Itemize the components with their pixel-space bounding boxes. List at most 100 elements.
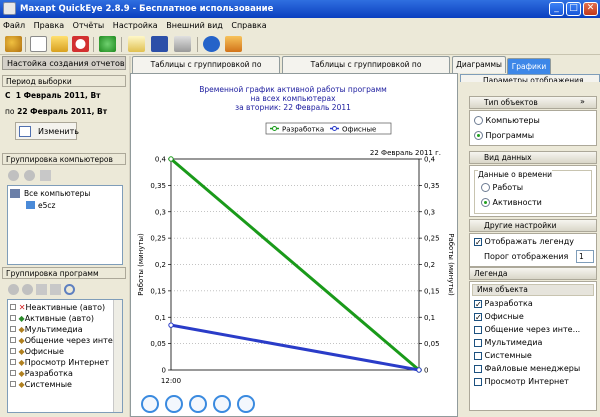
minimize-button[interactable]: _ — [549, 2, 564, 16]
remove-group-icon[interactable] — [22, 284, 33, 295]
menu-reports[interactable]: Отчёты — [70, 18, 108, 33]
legend-row[interactable]: Общение через инте... — [474, 325, 580, 334]
program-tree[interactable]: ✕Неактивные (авто) ◆Активные (авто) ◆Мул… — [7, 299, 123, 413]
search-icon[interactable] — [64, 284, 75, 295]
app-icon — [3, 2, 16, 15]
show-legend-row[interactable]: ✓ Отображать легенду — [474, 237, 574, 246]
zoom-fit-icon[interactable] — [189, 395, 207, 413]
radio-programs[interactable] — [474, 131, 483, 140]
program-item-active[interactable]: Активные (авто) — [25, 314, 94, 323]
remove-computer-icon[interactable] — [24, 170, 35, 181]
threshold-spinner[interactable]: 1 — [576, 250, 594, 263]
properties-icon[interactable] — [50, 284, 61, 295]
show-legend-checkbox[interactable]: ✓ — [474, 237, 482, 246]
tab-computer-tables[interactable]: Таблицы с группировкой по компьютерам — [282, 56, 450, 85]
legend-checkbox[interactable] — [474, 325, 482, 334]
tab-time-tables[interactable]: Таблицы с группировкой по времени — [132, 56, 280, 85]
legend-row[interactable]: Мультимедиа — [474, 338, 542, 347]
legend-row[interactable]: Файловые менеджеры — [474, 364, 580, 373]
chart-title-line: за вторник: 22 Февраль 2011 — [235, 103, 351, 112]
close-button[interactable]: ✕ — [583, 2, 598, 16]
legend-row[interactable]: Системные — [474, 351, 532, 360]
radio-row-work[interactable]: Работы — [481, 183, 523, 192]
program-item-office[interactable]: Офисные — [25, 347, 64, 356]
radio-row-programs[interactable]: Программы — [474, 131, 534, 140]
other-settings-header[interactable]: Другие настройки — [469, 219, 597, 232]
tree-row: ✕Неактивные (авто) — [10, 303, 105, 312]
lock-icon[interactable] — [51, 36, 68, 52]
radio-computers[interactable] — [474, 116, 483, 125]
print-icon[interactable] — [174, 36, 191, 52]
maximize-button[interactable]: □ — [566, 2, 581, 16]
program-item-development[interactable]: Разработка — [25, 369, 73, 378]
time-data-title: Данные о времени — [478, 170, 553, 179]
menu-edit[interactable]: Правка — [31, 18, 67, 33]
computer-group-title: Группировка компьютеров — [2, 153, 126, 165]
data-type-header[interactable]: Вид данных — [469, 151, 597, 164]
zoom-reset-icon[interactable] — [213, 395, 231, 413]
legend-row[interactable]: ✓ Разработка — [474, 299, 533, 308]
legend-checkbox[interactable] — [474, 338, 482, 347]
menu-settings[interactable]: Настройка — [110, 18, 161, 33]
computer-tree[interactable]: Все компьютеры e5cz — [7, 185, 123, 265]
program-item-multimedia[interactable]: Мультимедиа — [25, 325, 83, 334]
legend-checkbox[interactable] — [474, 377, 482, 386]
tree-row: ◆Активные (авто) — [10, 314, 94, 323]
object-type-header[interactable]: Тип объектов — [469, 96, 597, 109]
program-item-internet-communication[interactable]: Общение через инте — [25, 336, 113, 345]
home-icon[interactable] — [225, 36, 242, 52]
radio-work[interactable] — [481, 183, 490, 192]
date-to-row: по 22 Февраль 2011, Вт — [5, 107, 107, 116]
program-item-system[interactable]: Системные — [25, 380, 72, 389]
change-button-label: Изменить — [38, 127, 79, 136]
save-icon[interactable] — [151, 36, 168, 52]
menu-view[interactable]: Внешний вид — [163, 18, 226, 33]
tree-item-all-computers[interactable]: Все компьютеры — [24, 189, 90, 198]
legend-row[interactable]: Просмотр Интернет — [474, 377, 569, 386]
legend-row[interactable]: ✓ Офисные — [474, 312, 524, 321]
zoom-out-icon[interactable] — [165, 395, 183, 413]
new-report-icon[interactable] — [30, 36, 47, 52]
collapse-icon[interactable]: » — [580, 97, 585, 106]
tab-diagrams[interactable]: Диаграммы — [452, 56, 506, 73]
tree-scrollbar[interactable] — [113, 300, 122, 412]
refresh-icon[interactable] — [99, 36, 116, 52]
zoom-area-icon[interactable] — [237, 395, 255, 413]
from-date[interactable]: 1 Февраль 2011, Вт — [16, 91, 101, 100]
radio-activity[interactable] — [481, 198, 490, 207]
legend-checkbox[interactable]: ✓ — [474, 299, 482, 308]
toolbar-separator — [197, 37, 198, 52]
folder-icon[interactable] — [40, 170, 51, 181]
window-title: Maxapt QuickEye 2.8.9 - Бесплатное испол… — [20, 4, 274, 14]
y-tick-label-right: 0,4 — [424, 156, 436, 164]
legend-list: Имя объекта ✓ Разработка ✓ Офисные Общен… — [469, 281, 597, 411]
legend-column-header[interactable]: Имя объекта — [472, 284, 594, 296]
zoom-in-icon[interactable] — [141, 395, 159, 413]
tree-row: ◆Мультимедиа — [10, 325, 83, 334]
clock-icon[interactable] — [72, 36, 89, 52]
help-icon[interactable] — [203, 36, 220, 52]
y-tick-label: 0,15 — [150, 287, 166, 295]
tree-item-computer[interactable]: e5cz — [38, 201, 55, 210]
change-period-button[interactable]: Изменить — [15, 122, 79, 140]
y-tick-label-right: 0,05 — [424, 340, 440, 348]
to-date[interactable]: 22 Февраль 2011, Вт — [17, 107, 107, 116]
y-tick-label-right: 0,25 — [424, 235, 440, 243]
x-icon: ✕ — [16, 303, 26, 312]
add-computer-icon[interactable] — [8, 170, 19, 181]
show-legend-label: Отображать легенду — [484, 237, 574, 246]
menu-help[interactable]: Справка — [228, 18, 269, 33]
menu-file[interactable]: Файл — [0, 18, 28, 33]
legend-checkbox[interactable] — [474, 351, 482, 360]
settings-icon[interactable] — [5, 36, 22, 52]
radio-row-computers[interactable]: Компьютеры — [474, 116, 540, 125]
folder-add-icon[interactable] — [36, 284, 47, 295]
legend-checkbox[interactable]: ✓ — [474, 312, 482, 321]
program-item-inactive[interactable]: Неактивные (авто) — [26, 303, 106, 312]
tab-graphs[interactable]: Графики — [507, 58, 551, 75]
legend-checkbox[interactable] — [474, 364, 482, 373]
program-item-browsing[interactable]: Просмотр Интернет — [25, 358, 109, 367]
add-group-icon[interactable] — [8, 284, 19, 295]
copy-icon[interactable] — [128, 36, 145, 52]
radio-row-activity[interactable]: Активности — [481, 198, 542, 207]
